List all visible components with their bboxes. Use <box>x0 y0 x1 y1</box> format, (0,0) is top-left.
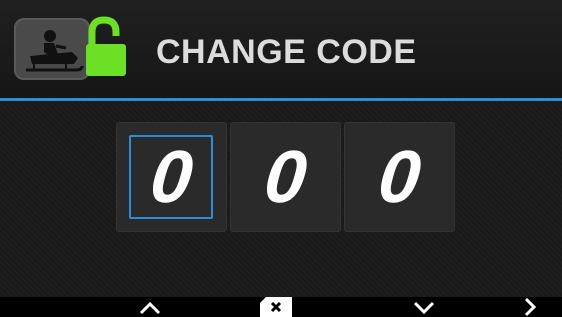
header-bar: CHANGE CODE <box>0 0 562 98</box>
code-digit-1[interactable]: 0 <box>116 122 227 232</box>
code-digit-3[interactable]: 0 <box>344 122 455 232</box>
code-digit-1-value: 0 <box>146 135 197 218</box>
code-digit-2-value: 0 <box>260 135 311 218</box>
snowmobile-icon <box>14 18 90 80</box>
up-chevron-icon <box>139 301 161 315</box>
code-entry-panel: 0 0 0 <box>116 122 456 232</box>
up-button[interactable] <box>120 297 180 317</box>
page-title: CHANGE CODE <box>156 33 417 71</box>
unlocked-padlock-icon <box>82 14 130 80</box>
code-digit-3-value: 0 <box>374 135 425 218</box>
right-chevron-icon <box>524 297 537 317</box>
backspace-icon <box>260 297 292 317</box>
code-digit-2[interactable]: 0 <box>230 122 341 232</box>
backspace-button[interactable] <box>246 297 300 317</box>
down-button[interactable] <box>394 297 454 317</box>
next-button[interactable] <box>500 297 560 317</box>
down-chevron-icon <box>413 301 435 315</box>
